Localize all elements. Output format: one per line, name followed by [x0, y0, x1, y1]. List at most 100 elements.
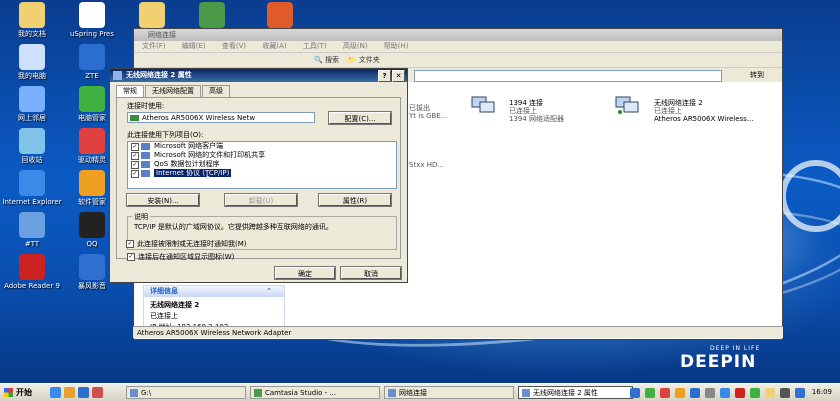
tray-icon[interactable]	[780, 388, 790, 398]
tray-icon[interactable]	[675, 388, 685, 398]
collapse-icon[interactable]: ⌃	[266, 286, 272, 297]
desktop-app-icon	[79, 44, 105, 70]
desktop-app-icon	[19, 44, 45, 70]
desktop-icon-label: 我的电脑	[18, 72, 46, 80]
item-checkbox[interactable]: ✓	[131, 143, 139, 151]
details-header[interactable]: 详细信息 ⌃	[144, 286, 284, 297]
menu-advanced[interactable]: 高级(N)	[343, 42, 368, 50]
windows-flag-icon	[4, 388, 13, 397]
tray-icon[interactable]	[750, 388, 760, 398]
dialog-title-bar: 无线网络连接 2 属性 ? ✕	[110, 69, 407, 82]
desktop-icon[interactable]: Adobe Reader 9	[2, 254, 62, 290]
go-button[interactable]: 转到	[750, 70, 764, 80]
details-connection-status: 已连接上	[150, 312, 178, 320]
desktop-icon-label: 暴风影音	[78, 282, 106, 290]
desktop-icon[interactable]: 回收站	[2, 128, 62, 164]
tray-icon[interactable]	[630, 388, 640, 398]
desktop-icon[interactable]: uSpring Pres	[62, 2, 122, 38]
components-list[interactable]: ✓ Microsoft 网络客户端 ✓ Microsoft 网络的文件和打印机共享 …	[127, 141, 397, 189]
notify-limited-checkbox[interactable]: ✓ 此连接被限制或无连接时通知我(M)	[126, 239, 247, 249]
desktop-app-icon	[267, 2, 293, 28]
desktop-app-icon	[79, 2, 105, 28]
folders-button[interactable]: 文件夹	[359, 56, 380, 64]
list-item[interactable]: ✓ Microsoft 网络的文件和打印机共享	[128, 151, 396, 160]
item-checkbox[interactable]: ✓	[131, 152, 139, 160]
tray-icon[interactable]	[720, 388, 730, 398]
desktop-icon[interactable]: 我的电脑	[2, 44, 62, 80]
deepin-logo: DEEP IN LIFE DEEPIN	[680, 345, 761, 372]
desktop-icon-label: Adobe Reader 9	[4, 282, 60, 290]
checkbox[interactable]: ✓	[126, 240, 134, 248]
menu-favorites[interactable]: 收藏(A)	[262, 42, 286, 50]
desktop-icon-label: Internet Explorer	[2, 198, 62, 206]
quicklaunch-icon[interactable]	[78, 387, 89, 398]
tray-icon[interactable]	[690, 388, 700, 398]
address-input[interactable]	[414, 70, 722, 82]
install-button[interactable]: 安装(N)...	[126, 193, 200, 207]
tray-icon[interactable]	[705, 388, 715, 398]
quicklaunch-icon[interactable]	[64, 387, 75, 398]
help-button[interactable]: ?	[378, 70, 391, 82]
uninstall-button[interactable]: 卸载(U)	[224, 193, 298, 207]
network-connection-icon	[471, 96, 495, 113]
configure-button[interactable]: 配置(C)...	[328, 111, 392, 125]
tray-icon[interactable]	[795, 388, 805, 398]
desktop-icon-label: 我的文档	[18, 30, 46, 38]
close-button[interactable]: ✕	[392, 70, 405, 82]
desktop-icon[interactable]: 我的文档	[2, 2, 62, 38]
taskbar: 开始 G:\ Camtasia Studio - ... 网络连接 无线网络连接…	[0, 383, 840, 401]
menu-view[interactable]: 查看(V)	[222, 42, 246, 50]
system-tray: 16:09	[590, 385, 840, 400]
status-bar: Atheros AR5006X Wireless Network Adapter	[133, 326, 783, 338]
quicklaunch-icon[interactable]	[92, 387, 103, 398]
tab-strip: 常规 无线网络配置 高级	[116, 85, 231, 98]
start-button[interactable]: 开始	[2, 386, 42, 399]
desktop-app-icon	[19, 170, 45, 196]
tray-icon[interactable]	[660, 388, 670, 398]
share-icon	[141, 152, 150, 159]
clock[interactable]: 16:09	[812, 388, 832, 396]
menu-edit[interactable]: 编辑(E)	[182, 42, 206, 50]
desktop-icon-label: uSpring Pres	[69, 30, 115, 38]
list-item[interactable]: ✓ QoS 数据包计划程序	[128, 160, 396, 169]
connection-1394[interactable]: 1394 连接 已连接上 1394 网络适配器	[509, 99, 564, 123]
desktop-app-icon	[79, 86, 105, 112]
checkbox[interactable]: ✓	[127, 253, 135, 261]
cancel-button[interactable]: 取消	[340, 266, 402, 280]
tab-advanced[interactable]: 高级	[202, 85, 230, 97]
quicklaunch-icon[interactable]	[50, 387, 61, 398]
connection-wireless-2[interactable]: 无线网络连接 2 已连接上 Atheros AR5006X Wireless..…	[654, 99, 753, 123]
adapter-icon	[130, 115, 139, 121]
properties-button[interactable]: 属性(R)	[318, 193, 392, 207]
task-drive-g[interactable]: G:\	[126, 386, 246, 399]
menu-help[interactable]: 帮助(H)	[384, 42, 409, 50]
desktop-app-icon	[139, 2, 165, 28]
task-network-connections[interactable]: 网络连接	[384, 386, 514, 399]
item-checkbox[interactable]: ✓	[131, 161, 139, 169]
menu-tools[interactable]: 工具(T)	[303, 42, 327, 50]
desktop-icon[interactable]: #TT	[2, 212, 62, 248]
list-item[interactable]: ✓ Microsoft 网络客户端	[128, 142, 396, 151]
desktop-app-icon	[79, 170, 105, 196]
task-camtasia[interactable]: Camtasia Studio - ...	[250, 386, 380, 399]
show-icon-checkbox[interactable]: ✓ 连接后在通知区域显示图标(W)	[127, 252, 234, 262]
tray-icon[interactable]	[765, 388, 775, 398]
desktop-icon-label: #TT	[24, 240, 40, 248]
desktop-icon[interactable]: Internet Explorer	[2, 170, 62, 206]
connect-using-label: 连接时使用:	[127, 102, 165, 110]
search-button[interactable]: 搜索	[325, 56, 339, 64]
desktop-app-icon	[19, 254, 45, 280]
desktop-icon[interactable]: 网上邻居	[2, 86, 62, 122]
tab-wireless-config[interactable]: 无线网络配置	[145, 85, 201, 97]
tray-icon[interactable]	[645, 388, 655, 398]
partial-connection-text: 已拔出 Yt is GBE...	[409, 104, 448, 120]
menu-file[interactable]: 文件(F)	[142, 42, 166, 50]
properties-dialog[interactable]: 无线网络连接 2 属性 ? ✕ 常规 无线网络配置 高级 连接时使用: Athe…	[109, 68, 408, 283]
toolbar: 🔍 搜索 📁 文件夹	[134, 52, 782, 67]
menu-bar: 文件(F) 编辑(E) 查看(V) 收藏(A) 工具(T) 高级(N) 帮助(H…	[134, 41, 782, 52]
list-item[interactable]: ✓ Internet 协议 (TCP/IP)	[128, 169, 396, 178]
search-icon: 🔍	[314, 56, 323, 64]
ok-button[interactable]: 确定	[274, 266, 336, 280]
item-checkbox[interactable]: ✓	[131, 170, 139, 178]
tray-icon[interactable]	[735, 388, 745, 398]
